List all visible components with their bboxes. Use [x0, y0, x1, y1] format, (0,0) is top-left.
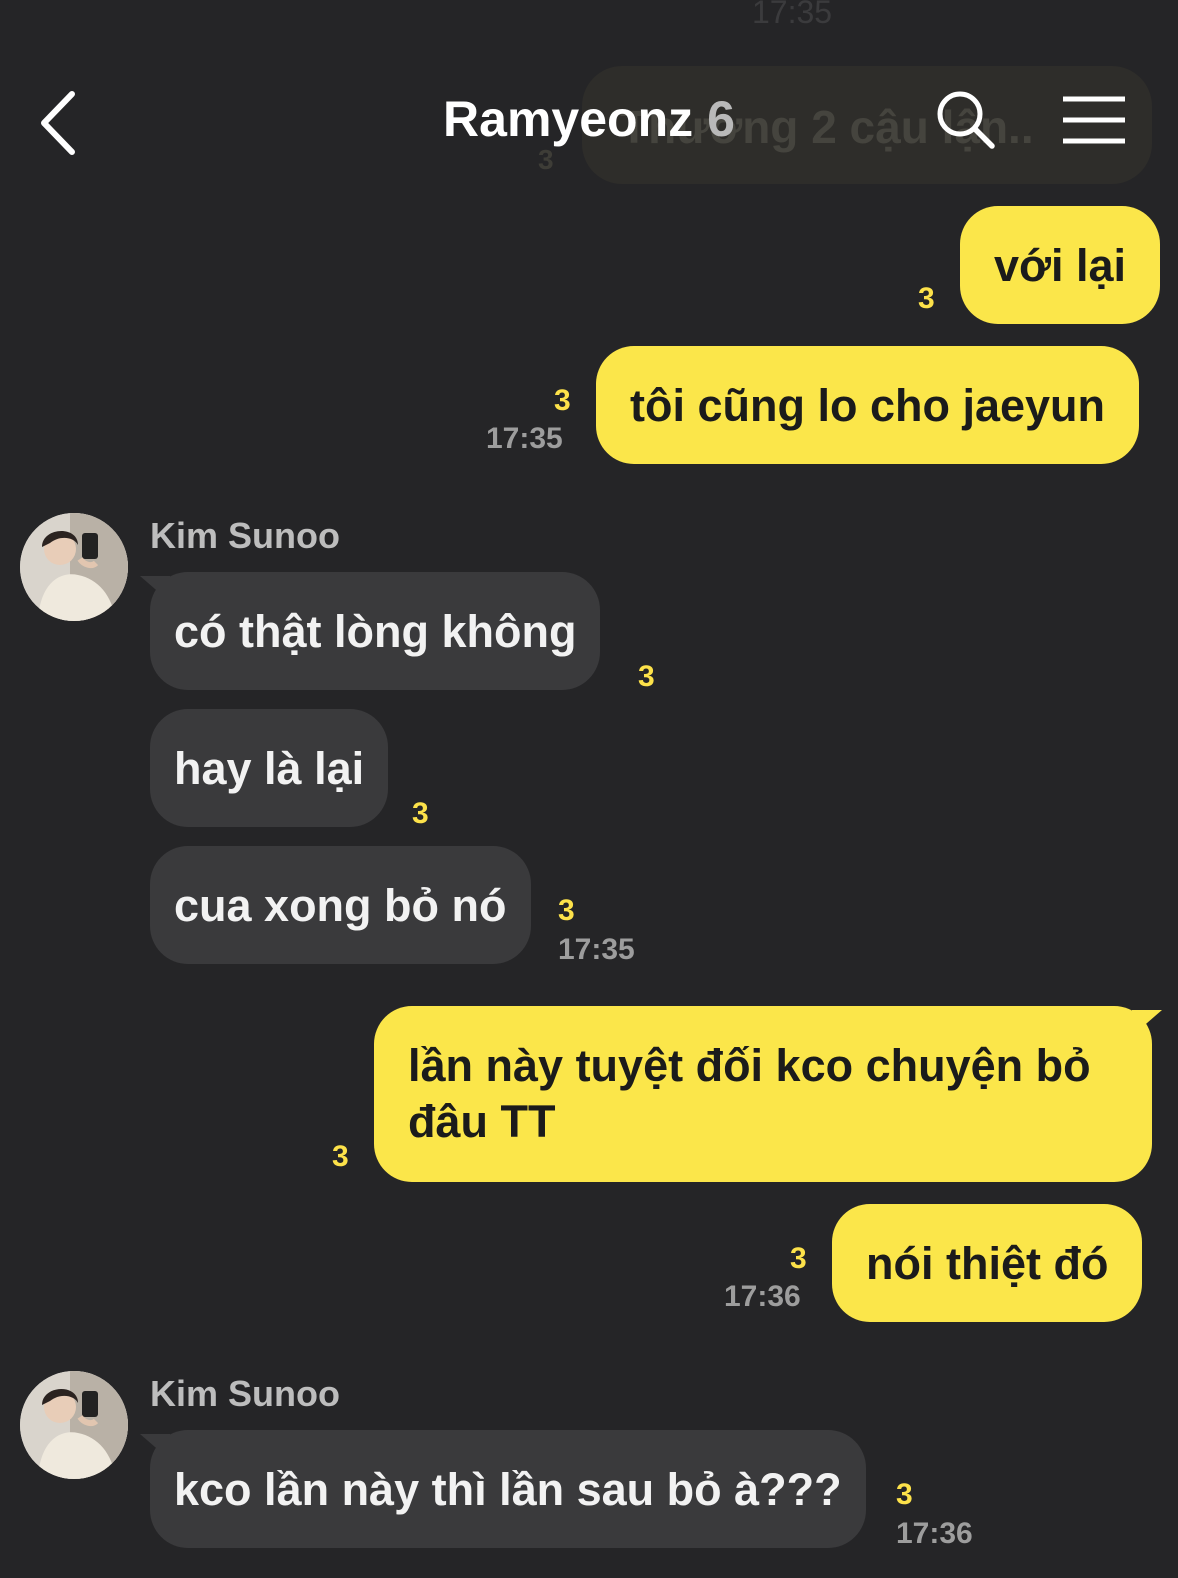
message-text: hay là lại [174, 743, 365, 794]
message-timestamp: 17:35 [558, 933, 635, 966]
read-count: 3 [918, 282, 935, 315]
chat-header: Ramyeonz 6 [0, 60, 1178, 190]
their-message-bubble[interactable]: hay là lại [150, 709, 389, 827]
message-text: lần này tuyệt đối kco chuyện bỏ đâu TT [408, 1040, 1091, 1147]
message-timestamp: 17:35 [486, 422, 563, 455]
avatar-photo [20, 513, 128, 621]
sender-name: Kim Sunoo [150, 515, 340, 556]
message-text: kco lần này thì lần sau bỏ à??? [174, 1464, 842, 1515]
read-count: 3 [638, 660, 655, 693]
search-button[interactable] [934, 88, 998, 152]
my-message-bubble[interactable]: nói thiệt đó [832, 1204, 1143, 1322]
message-text: nói thiệt đó [866, 1238, 1109, 1289]
read-count: 3 [554, 384, 571, 417]
bubble-tail [140, 1434, 170, 1460]
menu-button[interactable] [1060, 94, 1128, 146]
sender-name: Kim Sunoo [150, 1373, 340, 1414]
bubble-tail [140, 576, 170, 602]
menu-icon [1063, 96, 1125, 144]
read-count: 3 [412, 797, 429, 830]
message-text: tôi cũng lo cho jaeyun [630, 380, 1106, 431]
read-count: 3 [558, 894, 575, 927]
message-text: với lại [994, 240, 1127, 291]
member-count: 6 [707, 91, 735, 147]
message-timestamp: 17:36 [896, 1517, 973, 1550]
message-text: cua xong bỏ nó [174, 880, 507, 931]
their-message-bubble[interactable]: kco lần này thì lần sau bỏ à??? [140, 1430, 866, 1548]
bubble-tail [1132, 1010, 1162, 1036]
my-message-bubble[interactable]: tôi cũng lo cho jaeyun [596, 346, 1140, 464]
chat-title: Ramyeonz 6 [0, 90, 1178, 148]
message-timestamp: 17:36 [724, 1280, 801, 1313]
avatar[interactable] [20, 513, 128, 621]
their-message-bubble[interactable]: cua xong bỏ nó [150, 846, 531, 964]
their-message-bubble[interactable]: có thật lòng không [140, 572, 601, 690]
avatar-photo [20, 1371, 128, 1479]
read-count: 3 [332, 1140, 349, 1173]
chat-room-name: Ramyeonz [443, 91, 694, 147]
read-count: 3 [896, 1478, 913, 1511]
read-count: 3 [790, 1242, 807, 1275]
message-text: có thật lòng không [174, 606, 577, 657]
avatar[interactable] [20, 1371, 128, 1479]
my-message-bubble[interactable]: lần này tuyệt đối kco chuyện bỏ đâu TT [374, 1006, 1162, 1182]
my-message-bubble[interactable]: với lại [960, 206, 1161, 324]
search-icon [937, 91, 995, 149]
ghost-timestamp: 17:35 [752, 0, 833, 30]
